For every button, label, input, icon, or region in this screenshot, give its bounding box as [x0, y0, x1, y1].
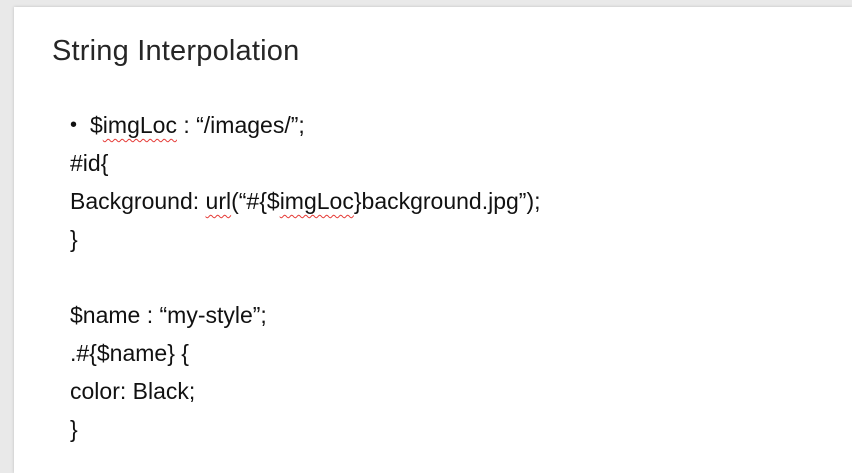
code-line-close-brace: } [70, 226, 78, 252]
code-line-name-selector: .#{$name} { [70, 340, 189, 366]
code-line-background: Background: url(“#{$imgLoc}background.jp… [70, 182, 541, 220]
code-line-color: color: Black; [70, 378, 196, 404]
code-line-id-selector: #id{ [70, 150, 109, 176]
misspelled-word-imgloc-2: imgLoc [279, 188, 354, 214]
imgloc-value: : “/images/”; [176, 112, 305, 138]
dollar-sign: $ [90, 112, 103, 138]
slide-canvas[interactable]: String Interpolation • $imgLoc : “/images… [14, 7, 852, 473]
misspelled-word-url: url [205, 188, 232, 214]
slide-title[interactable]: String Interpolation [52, 35, 299, 68]
misspelled-word-imgloc: imgLoc [102, 112, 177, 138]
code-line-imgloc-declaration: • $imgLoc : “/images/”; [70, 106, 541, 144]
background-filename: }background.jpg”); [353, 188, 541, 214]
code-line-close-brace-2: } [70, 416, 78, 442]
code-line-name-declaration: $name : “my-style”; [70, 302, 267, 328]
background-property: Background: [70, 188, 206, 214]
interpolation-open: (“#{$ [231, 188, 280, 214]
slide-body-textbox[interactable]: • $imgLoc : “/images/”; #id{ Background: … [70, 106, 541, 448]
bullet-point: • [70, 114, 78, 136]
